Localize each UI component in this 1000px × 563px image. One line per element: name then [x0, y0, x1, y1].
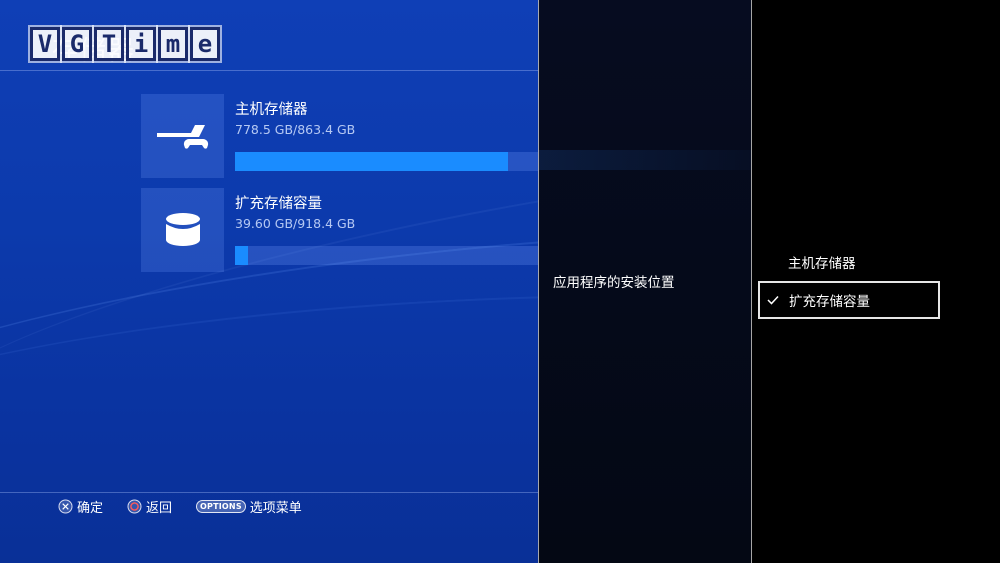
option-extended-storage[interactable]: 扩充存储容量 — [758, 281, 940, 319]
option-system-storage[interactable]: 主机存储器 — [758, 243, 940, 281]
footer-divider — [0, 492, 538, 493]
watermark-letter: T — [94, 27, 124, 61]
storage-list-pane: 存储器 V G T i m e 主机存储器 778.5 GB/863.4 GB — [0, 0, 538, 563]
storage-usage-bar — [235, 246, 538, 265]
storage-item-name: 扩充存储容量 — [235, 196, 322, 212]
checkmark-icon — [766, 293, 780, 307]
options-button-icon: OPTIONS — [196, 500, 246, 513]
watermark-letter: e — [190, 27, 220, 61]
install-location-options: 主机存储器 扩充存储容量 — [751, 0, 1000, 563]
storage-item-extended[interactable]: 扩充存储容量 39.60 GB/918.4 GB — [141, 188, 538, 272]
settings-pane: 应用程序的安装位置 — [538, 0, 752, 563]
storage-usage-fill — [235, 152, 508, 171]
hint-confirm-label: 确定 — [77, 501, 104, 516]
watermark-letter: m — [158, 27, 188, 61]
circle-button-icon — [127, 499, 142, 514]
button-hints: 确定 返回 OPTIONS 选项菜单 — [58, 497, 302, 516]
header-divider — [0, 70, 538, 71]
watermark-letter: V — [30, 27, 60, 61]
watermark-letter: G — [62, 27, 92, 61]
watermark-logo: V G T i m e — [30, 24, 220, 64]
storage-icon-tile — [141, 94, 224, 178]
storage-usage-fill — [235, 246, 249, 265]
setting-install-location[interactable]: 应用程序的安装位置 — [553, 271, 675, 291]
hint-back: 返回 — [127, 497, 172, 516]
hint-back-label: 返回 — [146, 501, 173, 516]
storage-icon-tile — [141, 188, 224, 272]
option-label: 扩充存储容量 — [789, 294, 870, 310]
storage-usage-bar — [235, 152, 538, 171]
hint-options-label: 选项菜单 — [249, 501, 302, 516]
watermark-letter: i — [126, 27, 156, 61]
disk-cylinder-icon — [165, 213, 200, 246]
pane-glow — [539, 150, 752, 170]
hint-options: OPTIONS 选项菜单 — [196, 497, 302, 516]
console-controller-icon — [156, 125, 208, 149]
storage-item-name: 主机存储器 — [235, 102, 308, 118]
storage-item-size: 778.5 GB/863.4 GB — [235, 122, 356, 137]
option-label: 主机存储器 — [788, 256, 856, 272]
storage-item-system[interactable]: 主机存储器 778.5 GB/863.4 GB — [141, 94, 538, 178]
storage-item-size: 39.60 GB/918.4 GB — [235, 216, 356, 231]
ps4-storage-screen: 存储器 V G T i m e 主机存储器 778.5 GB/863.4 GB — [0, 0, 1000, 563]
cross-button-icon — [58, 499, 73, 514]
hint-confirm: 确定 — [58, 497, 103, 516]
